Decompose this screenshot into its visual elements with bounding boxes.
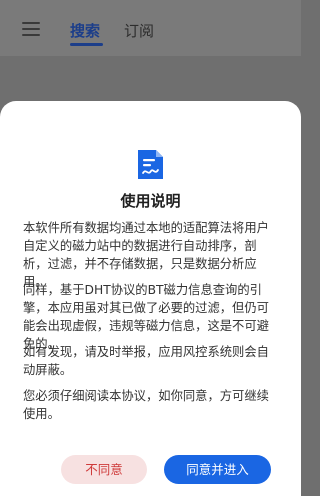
paragraph-report: 如有发现，请及时举报，应用风控系统则会自动屏蔽。	[23, 345, 269, 377]
dialog-title: 使用说明	[120, 192, 181, 210]
disagree-button[interactable]: 不同意	[61, 455, 147, 484]
tab-active-indicator	[70, 43, 103, 46]
tab-search[interactable]: 搜索	[70, 20, 100, 41]
paragraph-agreement: 您必须仔细阅读本协议，如你同意，方可继续使用。	[23, 389, 269, 421]
document-signature-icon	[138, 150, 163, 179]
usage-instructions-dialog: 使用说明 本软件所有数据均通过本地的适配算法将用户自定义的磁力站中的数据进行自动…	[0, 101, 301, 496]
tab-subscribe[interactable]: 订阅	[124, 20, 154, 41]
hamburger-menu-icon[interactable]	[22, 22, 40, 36]
agree-and-enter-button[interactable]: 同意并进入	[164, 455, 271, 484]
app-bar: 搜索 订阅	[0, 0, 301, 56]
